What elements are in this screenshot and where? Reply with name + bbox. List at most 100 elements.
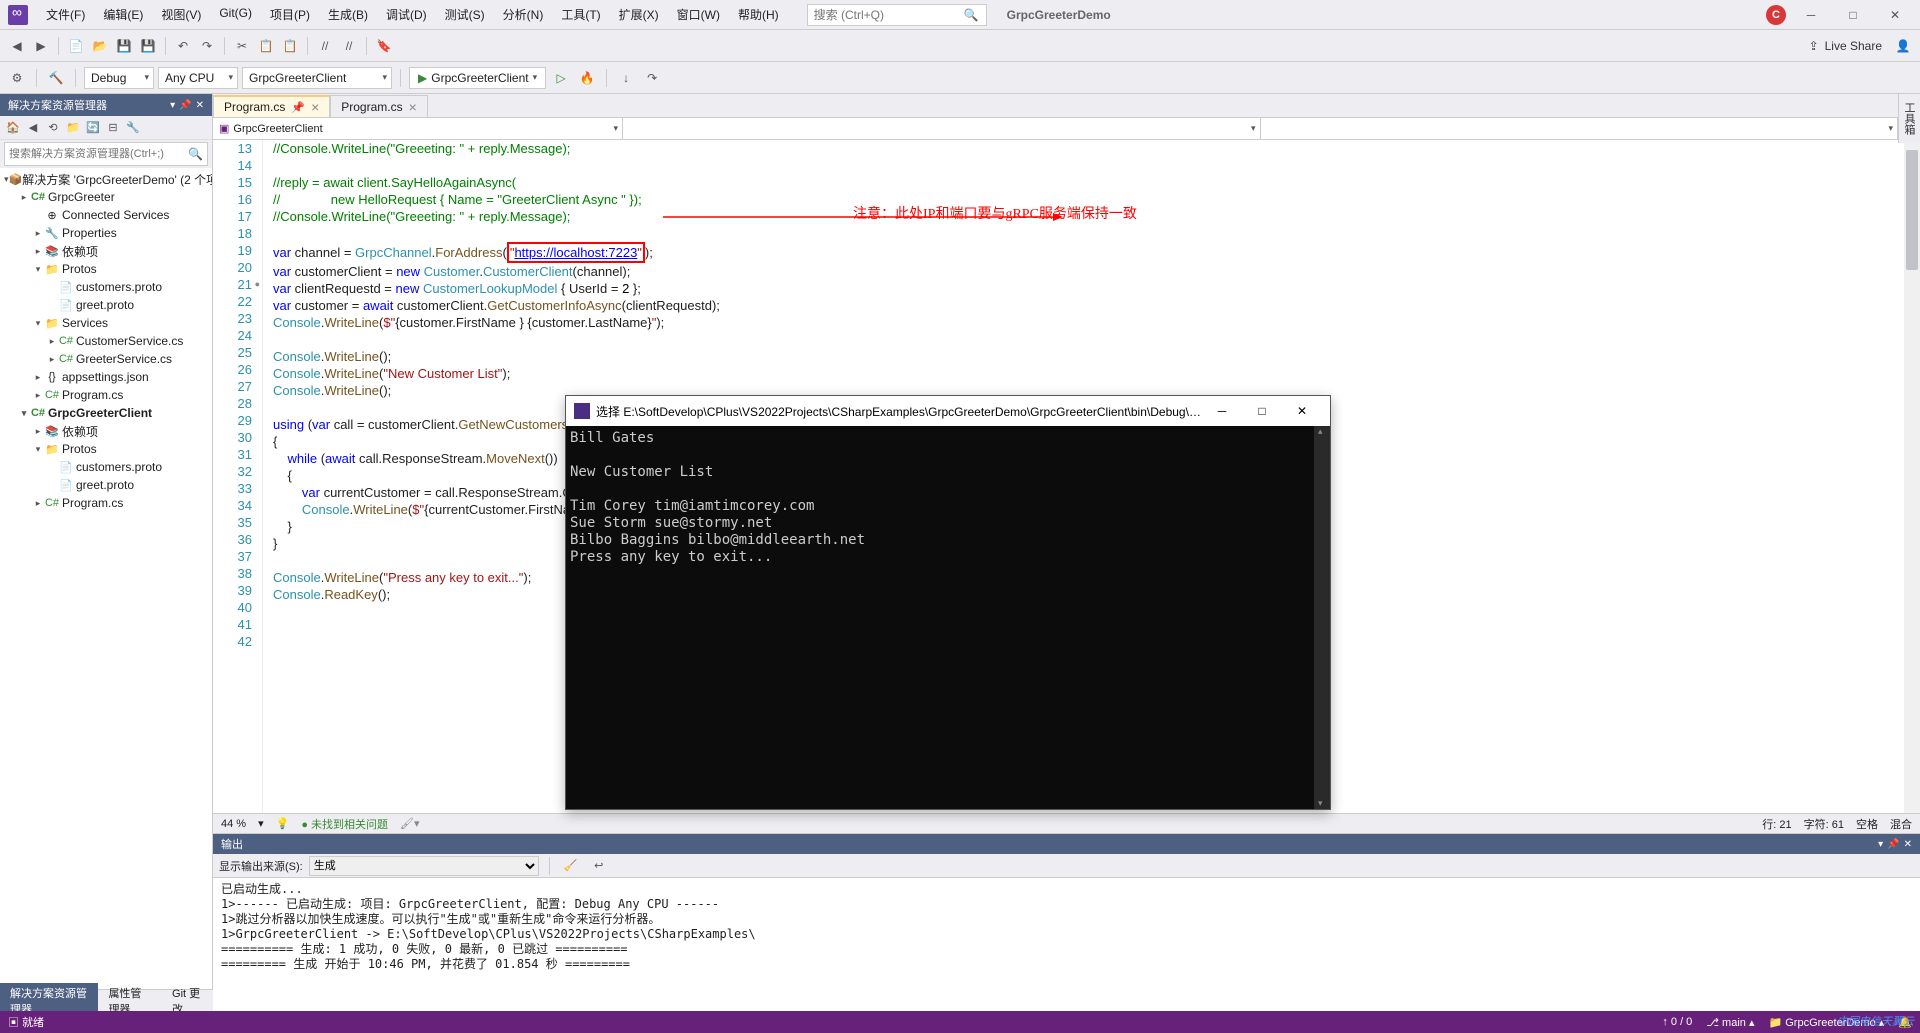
- save-icon[interactable]: 💾: [113, 35, 135, 57]
- menu-生成(B)[interactable]: 生成(B): [320, 3, 376, 26]
- menu-工具(T)[interactable]: 工具(T): [553, 3, 608, 26]
- nav-member-combo[interactable]: [1261, 118, 1899, 139]
- start-nodebug-icon[interactable]: ▷: [550, 67, 572, 89]
- tree-item[interactable]: ▸{}appsettings.json: [0, 368, 212, 386]
- menu-分析(N)[interactable]: 分析(N): [495, 3, 552, 26]
- error-count[interactable]: ↑ 0 / 0: [1662, 1016, 1692, 1028]
- tree-item[interactable]: ▾📁Protos: [0, 260, 212, 278]
- show-all-icon[interactable]: 📁: [64, 119, 82, 137]
- menu-文件(F)[interactable]: 文件(F): [38, 3, 93, 26]
- output-text[interactable]: 已启动生成... 1>------ 已启动生成: 项目: GrpcGreeter…: [213, 878, 1920, 1013]
- tree-item[interactable]: ▸C#Program.cs: [0, 386, 212, 404]
- global-search[interactable]: 🔍: [807, 4, 987, 26]
- live-share-button[interactable]: ⇪ Live Share: [1801, 39, 1890, 53]
- console-window[interactable]: 选择 E:\SoftDevelop\CPlus\VS2022Projects\C…: [565, 395, 1331, 810]
- pin-icon[interactable]: 📌: [291, 101, 305, 114]
- minimize-button[interactable]: ─: [1794, 3, 1828, 27]
- bookmark-icon[interactable]: 🔖: [373, 35, 395, 57]
- hot-reload-icon[interactable]: 🔥: [576, 67, 598, 89]
- tree-item[interactable]: ▸🔧Properties: [0, 224, 212, 242]
- editor-scrollbar[interactable]: [1904, 140, 1920, 813]
- tree-item[interactable]: ▾📁Protos: [0, 440, 212, 458]
- panel-options-icon[interactable]: ▾: [1878, 839, 1883, 850]
- step-over-icon[interactable]: ↷: [641, 67, 663, 89]
- lightbulb-icon[interactable]: 💡: [276, 817, 290, 830]
- solution-search[interactable]: 🔍: [4, 142, 208, 166]
- wrap-icon[interactable]: ↩: [588, 855, 610, 877]
- panel-close-icon[interactable]: ✕: [196, 100, 204, 111]
- console-close-button[interactable]: ✕: [1282, 397, 1322, 425]
- account-icon[interactable]: 👤: [1892, 35, 1914, 57]
- tree-item[interactable]: 📄customers.proto: [0, 278, 212, 296]
- console-minimize-button[interactable]: ─: [1202, 397, 1242, 425]
- uncomment-icon[interactable]: //: [338, 35, 360, 57]
- build-icon[interactable]: 🔨: [45, 67, 67, 89]
- brush-icon[interactable]: 🖌▾: [400, 817, 420, 830]
- issues-indicator[interactable]: ● 未找到相关问题: [301, 816, 388, 832]
- menu-测试(S)[interactable]: 测试(S): [437, 3, 493, 26]
- tree-item[interactable]: ▾C#GrpcGreeterClient: [0, 404, 212, 422]
- close-button[interactable]: ✕: [1878, 3, 1912, 27]
- panel-pin-icon[interactable]: 📌: [1887, 839, 1899, 850]
- step-icon[interactable]: ↓: [615, 67, 637, 89]
- tree-item[interactable]: 📄greet.proto: [0, 476, 212, 494]
- tree-item[interactable]: ▸📚依赖项: [0, 242, 212, 260]
- maximize-button[interactable]: □: [1836, 3, 1870, 27]
- tree-root[interactable]: ▾📦 解决方案 'GrpcGreeterDemo' (2 个项目: [0, 170, 212, 188]
- sync-icon[interactable]: ⟲: [44, 119, 62, 137]
- undo-icon[interactable]: ↶: [172, 35, 194, 57]
- startup-combo[interactable]: GrpcGreeterClient: [242, 67, 392, 89]
- comment-icon[interactable]: //: [314, 35, 336, 57]
- menu-项目(P)[interactable]: 项目(P): [262, 3, 318, 26]
- nav-fwd-icon[interactable]: ▶: [30, 35, 52, 57]
- output-source-combo[interactable]: 生成: [309, 856, 539, 876]
- copy-icon[interactable]: 📋: [255, 35, 277, 57]
- config-combo[interactable]: Debug: [84, 67, 154, 89]
- tree-item[interactable]: ▸📚依赖项: [0, 422, 212, 440]
- tree-item[interactable]: ▾📁Services: [0, 314, 212, 332]
- console-output[interactable]: Bill Gates New Customer List Tim Corey t…: [566, 426, 1330, 809]
- search-input[interactable]: [814, 8, 964, 22]
- menu-编辑(E)[interactable]: 编辑(E): [95, 3, 151, 26]
- collapse-icon[interactable]: ⊟: [104, 119, 122, 137]
- vtab-toolbox[interactable]: 工具箱: [1899, 94, 1919, 143]
- nav-back-icon[interactable]: ◀: [6, 35, 28, 57]
- paste-icon[interactable]: 📋: [279, 35, 301, 57]
- console-scrollbar[interactable]: [1314, 426, 1330, 809]
- console-maximize-button[interactable]: □: [1242, 397, 1282, 425]
- solution-search-input[interactable]: [9, 148, 179, 160]
- panel-pin-icon[interactable]: 📌: [179, 100, 191, 111]
- solution-config-icon[interactable]: ⚙: [6, 67, 28, 89]
- nav-class-combo[interactable]: [623, 118, 1261, 139]
- tree-item[interactable]: ▸C#GreeterService.cs: [0, 350, 212, 368]
- new-icon[interactable]: 📄: [65, 35, 87, 57]
- open-icon[interactable]: 📂: [89, 35, 111, 57]
- properties-icon[interactable]: 🔧: [124, 119, 142, 137]
- close-icon[interactable]: ×: [409, 99, 417, 115]
- menu-Git(G)[interactable]: Git(G): [211, 3, 260, 26]
- menu-帮助(H)[interactable]: 帮助(H): [730, 3, 787, 26]
- tree-item[interactable]: 📄customers.proto: [0, 458, 212, 476]
- tree-item[interactable]: 📄greet.proto: [0, 296, 212, 314]
- save-all-icon[interactable]: 💾: [137, 35, 159, 57]
- sln-back-icon[interactable]: ◀: [24, 119, 42, 137]
- tree-item[interactable]: ▸C#CustomerService.cs: [0, 332, 212, 350]
- start-debug-button[interactable]: ▶ GrpcGreeterClient ▾: [409, 67, 546, 89]
- notification-badge-icon[interactable]: C: [1766, 5, 1786, 25]
- menu-视图(V)[interactable]: 视图(V): [153, 3, 209, 26]
- tree-item[interactable]: ⊕Connected Services: [0, 206, 212, 224]
- editor-tab[interactable]: Program.cs×: [330, 95, 428, 117]
- zoom-level[interactable]: 44 %: [221, 818, 246, 830]
- menu-窗口(W)[interactable]: 窗口(W): [669, 3, 728, 26]
- home-icon[interactable]: 🏠: [4, 119, 22, 137]
- menu-扩展(X)[interactable]: 扩展(X): [611, 3, 667, 26]
- refresh-icon[interactable]: 🔄: [84, 119, 102, 137]
- panel-close-icon[interactable]: ✕: [1904, 839, 1912, 850]
- redo-icon[interactable]: ↷: [196, 35, 218, 57]
- nav-project-combo[interactable]: ▣GrpcGreeterClient: [213, 118, 623, 139]
- tree-item[interactable]: ▸C#Program.cs: [0, 494, 212, 512]
- platform-combo[interactable]: Any CPU: [158, 67, 238, 89]
- indent-mode[interactable]: 空格: [1856, 816, 1878, 832]
- cut-icon[interactable]: ✂: [231, 35, 253, 57]
- console-titlebar[interactable]: 选择 E:\SoftDevelop\CPlus\VS2022Projects\C…: [566, 396, 1330, 426]
